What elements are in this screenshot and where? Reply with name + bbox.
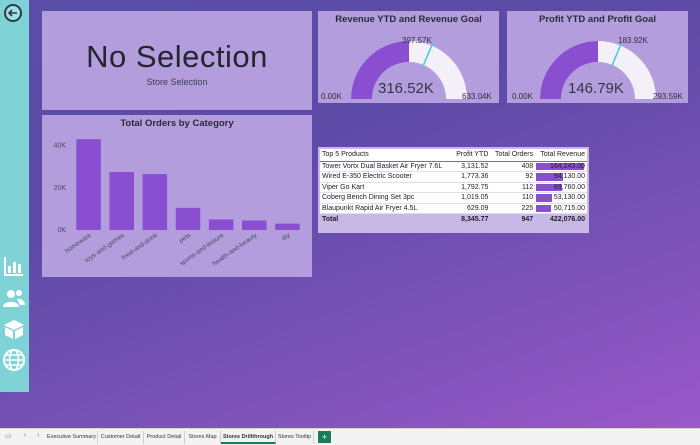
- orders-cell: 408: [490, 161, 536, 172]
- revenue-value: 94,130.00: [553, 173, 585, 181]
- bar-toys-and-games[interactable]: [109, 171, 134, 230]
- tab-product-detail[interactable]: Product Detail: [144, 431, 185, 444]
- table-row[interactable]: Tower Vortx Dual Basket Air Fryer 7.6L 3…: [320, 161, 587, 172]
- profit-cell: 3,131.52: [451, 161, 491, 172]
- profit-cell: 1,792.75: [451, 182, 491, 193]
- customers-icon[interactable]: [2, 286, 26, 310]
- x-tick-label: homeware: [64, 232, 93, 255]
- x-tick-label: food-and-drink: [121, 231, 160, 261]
- table-row[interactable]: Blaupunkt Rapid Air Fryer 4.5L 629.09 22…: [320, 203, 587, 214]
- revenue-cell: 89,760.00: [535, 182, 587, 193]
- tab-stores-drillthrough[interactable]: Stores Drillthrough: [221, 431, 276, 444]
- product-name: Coberg Bench Dining Set 3pc: [320, 192, 452, 204]
- profit-cell: 629.09: [451, 203, 491, 214]
- revenue-min-label: 0.00K: [321, 92, 342, 101]
- bar-pets[interactable]: [175, 207, 201, 230]
- revenue-value: 53,130.00: [553, 194, 585, 202]
- product-name: Wired E-350 Electric Scooter: [320, 171, 452, 183]
- tab-stores-map[interactable]: Stores Map: [185, 431, 221, 444]
- revenue-data-bar: [536, 194, 552, 202]
- profit-cell: 1,019.05: [451, 192, 491, 204]
- bar-sports-and-leisure[interactable]: [208, 219, 234, 230]
- tab-executive-summary[interactable]: Executive Summary: [46, 431, 98, 444]
- product-name: Blaupunkt Rapid Air Fryer 4.5L: [320, 203, 452, 214]
- back-arrow-icon: [7, 9, 17, 17]
- prev-page-icon[interactable]: ‹: [24, 432, 26, 439]
- header-total-revenue[interactable]: Total Revenue: [535, 149, 587, 162]
- table-row[interactable]: Wired E-350 Electric Scooter 1,773.36 92…: [320, 171, 587, 183]
- profit-max-label: 293.59K: [653, 92, 683, 101]
- x-tick-label: pets: [178, 231, 193, 244]
- y-tick-label: 20K: [54, 185, 67, 192]
- total-profit: 8,345.77: [451, 213, 491, 226]
- profit-gauge-card[interactable]: Profit YTD and Profit Goal 183.92K 0.00K…: [507, 11, 688, 103]
- bar-chart-icon[interactable]: [2, 254, 26, 278]
- add-page-button[interactable]: +: [318, 431, 331, 443]
- total-label: Total: [320, 213, 452, 226]
- table-row[interactable]: Coberg Bench Dining Set 3pc 1,019.05 110…: [320, 192, 587, 204]
- page-tab-bar: ▭ ‹ › Executive Summary Customer Detail …: [0, 428, 700, 445]
- profit-value: 146.79K: [568, 80, 624, 97]
- bar-food-and-drink[interactable]: [142, 174, 168, 230]
- revenue-cell: 164,243.00: [535, 161, 587, 172]
- profit-cell: 1,773.36: [451, 171, 491, 183]
- profit-min-label: 0.00K: [512, 92, 533, 101]
- revenue-value: 316.52K: [378, 80, 434, 97]
- revenue-value: 164,243.00: [549, 162, 585, 170]
- total-orders: 947: [490, 213, 536, 226]
- product-box-icon[interactable]: [2, 317, 26, 341]
- bar-health-and-beauty[interactable]: [242, 220, 267, 231]
- revenue-value: 50,715.00: [553, 204, 585, 212]
- orders-bar-chart: 0K20K40Khomewaretoys-and-gamesfood-and-d…: [54, 139, 300, 268]
- header-profit-ytd[interactable]: Profit YTD: [451, 149, 491, 162]
- x-tick-label: diy: [281, 231, 292, 242]
- header-total-orders[interactable]: Total Orders: [490, 149, 536, 162]
- revenue-value: 89,760.00: [553, 183, 585, 191]
- header-top-products[interactable]: Top 5 Products: [320, 149, 452, 162]
- product-name: Viper Go Kart: [320, 182, 452, 193]
- revenue-gauge-card[interactable]: Revenue YTD and Revenue Goal 397.57K 0.0…: [318, 11, 499, 103]
- tab-stores-tooltip[interactable]: Stores Tooltip: [276, 431, 314, 444]
- orders-cell: 112: [490, 182, 536, 193]
- orders-cell: 110: [490, 192, 536, 204]
- table-row[interactable]: Viper Go Kart 1,792.75 112 89,760.00: [320, 182, 587, 193]
- desktop-view-icon[interactable]: ▭: [5, 432, 12, 440]
- navigation-rail: [0, 0, 29, 392]
- bar-diy[interactable]: [275, 223, 300, 230]
- revenue-max-label: 633.04K: [462, 92, 492, 101]
- revenue-data-bar: [536, 204, 551, 212]
- orders-cell: 225: [490, 203, 536, 214]
- revenue-cell: 53,130.00: [535, 192, 587, 204]
- product-name: Tower Vortx Dual Basket Air Fryer 7.6L: [320, 161, 452, 172]
- globe-icon[interactable]: [2, 348, 26, 372]
- store-selection-card: No Selection Store Selection: [42, 11, 312, 110]
- revenue-target-label: 397.57K: [402, 36, 432, 45]
- report-canvas: No Selection Store Selection Revenue YTD…: [0, 0, 700, 428]
- orders-cell: 92: [490, 171, 536, 183]
- total-revenue: 422,076.00: [535, 213, 587, 226]
- table-total-row: Total 8,345.77 947 422,076.00: [320, 213, 587, 226]
- no-selection-title: No Selection: [86, 39, 268, 74]
- next-page-icon[interactable]: ›: [37, 432, 39, 439]
- bar-homeware[interactable]: [76, 139, 101, 230]
- tab-customer-detail[interactable]: Customer Detail: [98, 431, 144, 444]
- top-products-table: Top 5 Products Profit YTD Total Orders T…: [320, 149, 587, 226]
- orders-by-category-card[interactable]: Total Orders by Category 0K 20K 40K homewar…: [42, 115, 312, 277]
- y-tick-label: 40K: [54, 143, 67, 150]
- profit-target-label: 183.92K: [618, 36, 648, 45]
- back-button[interactable]: [4, 4, 22, 22]
- revenue-cell: 50,715.00: [535, 203, 587, 214]
- revenue-cell: 94,130.00: [535, 171, 587, 183]
- store-selection-label: Store Selection: [146, 77, 208, 87]
- y-tick-label: 0K: [57, 227, 66, 234]
- top-products-table-card[interactable]: Top 5 Products Profit YTD Total Orders T…: [318, 147, 589, 233]
